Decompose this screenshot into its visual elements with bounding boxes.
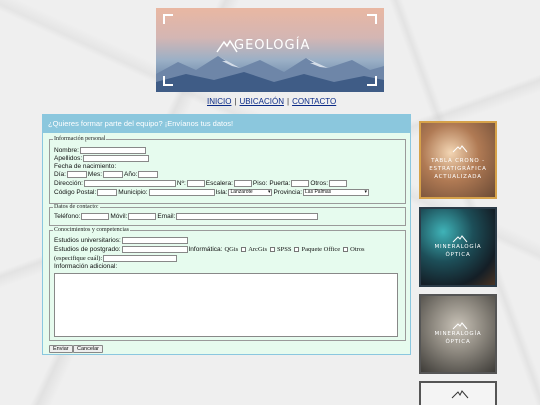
municipio-input[interactable] xyxy=(148,189,215,196)
isla-select[interactable]: Lanzarote xyxy=(228,189,273,196)
escalera-label: Escalera: xyxy=(205,180,233,187)
mountain-logo-icon xyxy=(452,145,468,153)
direccion-label: Dirección: xyxy=(54,180,83,187)
numero-label: Nº: xyxy=(176,180,186,187)
card-line: MINERALOGÍA xyxy=(434,331,482,337)
postgrado-input[interactable] xyxy=(121,246,188,253)
postgrado-label: Estudios de postgrado: xyxy=(54,246,121,253)
movil-label: Móvil: xyxy=(110,213,128,220)
mes-label: Mes: xyxy=(87,171,103,178)
option-arcgis-label: ArcGis xyxy=(248,246,267,253)
especifique-label: (especifique cuál): xyxy=(54,255,103,262)
isla-label: Isla: xyxy=(215,189,228,196)
puerta-label: Puerta: xyxy=(269,180,291,187)
dia-label: Día: xyxy=(54,171,66,178)
provincia-label: Provincia: xyxy=(273,189,303,196)
qgis-checkbox[interactable] xyxy=(241,247,247,252)
frame-corner xyxy=(163,76,173,86)
card-line: TABLA CRONO - xyxy=(431,158,485,164)
frame-corner xyxy=(367,14,377,24)
mountain-range-image xyxy=(156,56,384,92)
header-banner: GEOLOGÍA xyxy=(156,8,384,92)
puerta-input[interactable] xyxy=(291,180,310,187)
cp-input[interactable] xyxy=(97,189,118,196)
submit-button[interactable]: Enviar xyxy=(49,345,73,353)
escalera-input[interactable] xyxy=(233,180,252,187)
personal-info-legend: Información personal xyxy=(54,136,106,142)
form-header: ¿Quieres formar parte del equipo? ¡Envía… xyxy=(43,115,410,133)
contact-fieldset: Datos de contacto: Teléfono: Móvil: Emai… xyxy=(49,204,406,226)
option-otros-label: Otros xyxy=(350,246,365,253)
otros-input[interactable] xyxy=(329,180,348,187)
option-spss-label: SPSS xyxy=(276,246,292,253)
universitarios-input[interactable] xyxy=(121,237,188,244)
movil-input[interactable] xyxy=(128,213,157,220)
mes-input[interactable] xyxy=(103,171,124,178)
nombre-label: Nombre: xyxy=(54,147,79,154)
sidebar-card-mineralogia-2[interactable]: MINERALOGÍA ÓPTICA xyxy=(419,294,497,374)
mountain-logo-icon xyxy=(452,322,468,330)
frame-corner xyxy=(163,14,173,24)
mountain-logo-icon xyxy=(451,390,469,399)
sidebar-card-4[interactable] xyxy=(419,381,497,405)
nav-separator: | xyxy=(234,97,237,106)
cancel-button[interactable]: Cancelar xyxy=(73,345,104,353)
site-logo[interactable]: GEOLOGÍA xyxy=(216,38,310,53)
provincia-select[interactable]: Las Palmas xyxy=(303,189,370,196)
email-input[interactable] xyxy=(176,213,319,220)
frame-corner xyxy=(367,76,377,86)
personal-info-fieldset: Información personal Nombre: Apellidos: … xyxy=(49,136,406,204)
skills-fieldset: Conocimientos y competencias Estudios un… xyxy=(49,227,406,341)
card-line: ACTUALIZADA xyxy=(434,174,482,180)
logo-text: GEOLOGÍA xyxy=(234,38,311,53)
spss-checkbox[interactable] xyxy=(294,247,300,252)
mountain-logo-icon xyxy=(452,235,468,243)
nav-link-inicio[interactable]: INICIO xyxy=(207,97,231,106)
main-nav: INICIO | UBICACIÓN | CONTACTO xyxy=(207,97,336,106)
universitarios-label: Estudios universitarios: xyxy=(54,237,121,244)
dia-input[interactable] xyxy=(66,171,87,178)
application-form: ¿Quieres formar parte del equipo? ¡Envía… xyxy=(42,114,411,355)
apellidos-label: Apellidos: xyxy=(54,155,83,162)
nav-link-ubicacion[interactable]: UBICACIÓN xyxy=(240,97,284,106)
contact-legend: Datos de contacto: xyxy=(54,204,99,210)
cp-label: Código Postal: xyxy=(54,189,97,196)
adicional-textarea[interactable] xyxy=(54,273,398,337)
option-qgis-label: QGis xyxy=(224,246,239,253)
otros-label: Otros: xyxy=(310,180,329,187)
arcgis-checkbox[interactable] xyxy=(269,247,275,252)
municipio-label: Municipio: xyxy=(118,189,148,196)
card-line: ESTRATIGRÁFICA xyxy=(429,166,487,172)
telefono-label: Teléfono: xyxy=(54,213,81,220)
ano-input[interactable] xyxy=(138,171,159,178)
ano-label: Año: xyxy=(124,171,138,178)
office-checkbox[interactable] xyxy=(343,247,349,252)
card-line: ÓPTICA xyxy=(445,339,471,345)
piso-label: Piso: xyxy=(252,180,268,187)
sidebar-card-mineralogia-1[interactable]: MINERALOGÍA ÓPTICA xyxy=(419,207,497,287)
card-line: MINERALOGÍA xyxy=(434,244,482,250)
email-label: Email: xyxy=(157,213,176,220)
telefono-input[interactable] xyxy=(81,213,110,220)
especifique-input[interactable] xyxy=(103,255,178,262)
option-office-label: Paquete Office xyxy=(301,246,341,253)
card-line: ÓPTICA xyxy=(445,252,471,258)
apellidos-input[interactable] xyxy=(83,155,150,162)
nav-link-contacto[interactable]: CONTACTO xyxy=(292,97,336,106)
nav-separator: | xyxy=(286,97,290,106)
fecha-label: Fecha de nacimiento: xyxy=(54,163,117,170)
direccion-input[interactable] xyxy=(83,180,176,187)
sidebar-card-tabla[interactable]: TABLA CRONO - ESTRATIGRÁFICA ACTUALIZADA xyxy=(419,121,497,199)
adicional-label: Información adicional: xyxy=(54,263,118,270)
skills-legend: Conocimientos y competencias xyxy=(54,227,129,233)
nombre-input[interactable] xyxy=(79,147,146,154)
informatica-label: Informática: xyxy=(188,246,223,253)
numero-input[interactable] xyxy=(186,180,205,187)
